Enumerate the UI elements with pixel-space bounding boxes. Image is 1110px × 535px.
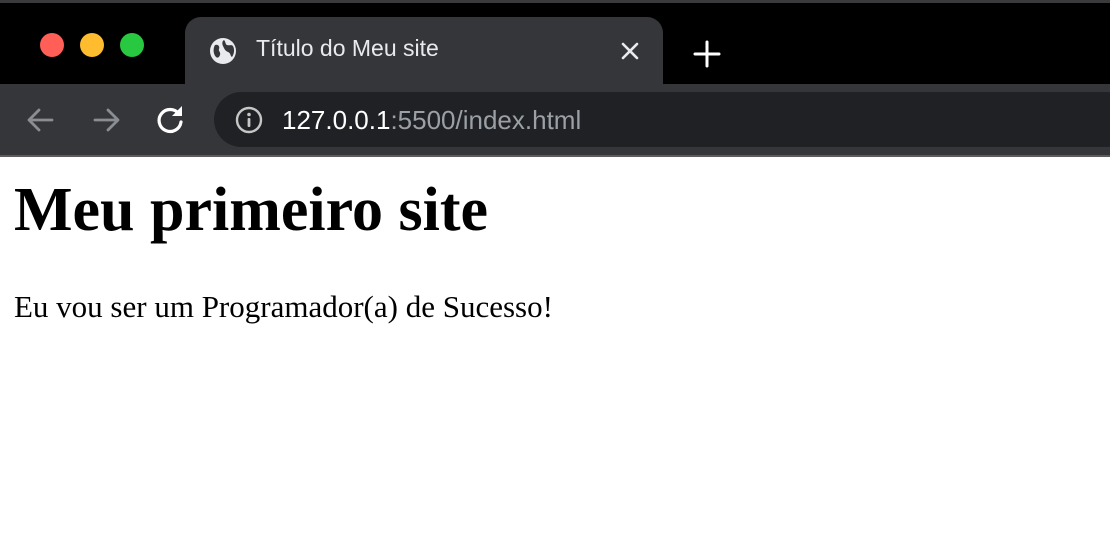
reload-icon[interactable] xyxy=(153,103,187,137)
page-heading: Meu primeiro site xyxy=(14,176,489,244)
address-bar[interactable]: 127.0.0.1:5500/index.html xyxy=(214,92,1110,147)
arrow-right-icon[interactable] xyxy=(89,103,123,137)
page-content: Meu primeiro site Eu vou ser um Programa… xyxy=(0,157,1110,535)
window-close-button[interactable] xyxy=(40,33,64,57)
tab-title: Título do Meu site xyxy=(256,35,439,61)
page-paragraph: Eu vou ser um Programador(a) de Sucesso! xyxy=(14,289,553,324)
url-text[interactable]: 127.0.0.1:5500/index.html xyxy=(282,105,581,136)
window-maximize-button[interactable] xyxy=(120,33,144,57)
arrow-left-icon[interactable] xyxy=(24,103,58,137)
info-icon[interactable] xyxy=(234,105,264,135)
browser-toolbar: 127.0.0.1:5500/index.html xyxy=(0,84,1110,157)
window-minimize-button[interactable] xyxy=(80,33,104,57)
url-host: 127.0.0.1 xyxy=(282,105,391,135)
close-icon[interactable] xyxy=(617,38,643,64)
globe-icon xyxy=(209,37,237,65)
plus-icon[interactable] xyxy=(692,39,722,69)
browser-window: Título do Meu site 127.0.0.1:5500/index.… xyxy=(0,0,1110,535)
tab-strip: Título do Meu site xyxy=(0,0,1110,87)
tab-active[interactable]: Título do Meu site xyxy=(185,17,663,87)
url-path: :5500/index.html xyxy=(390,105,582,135)
